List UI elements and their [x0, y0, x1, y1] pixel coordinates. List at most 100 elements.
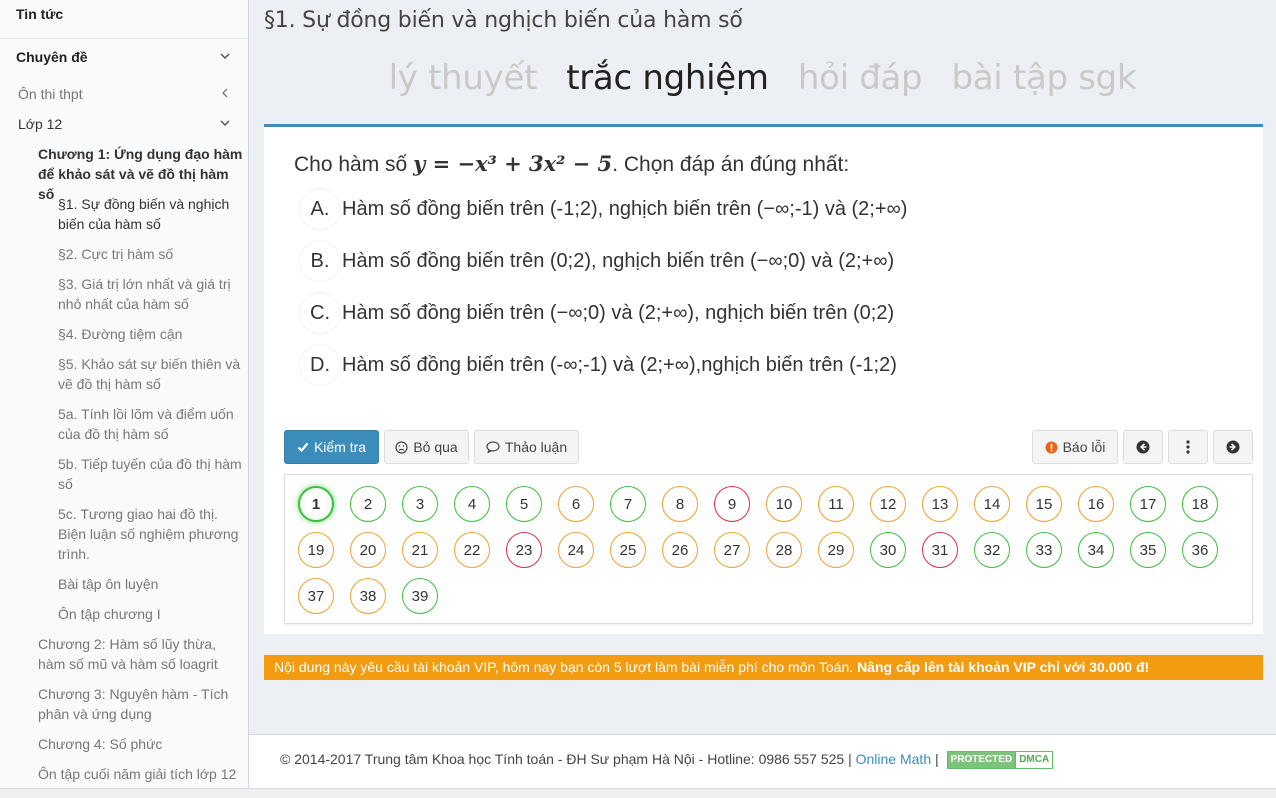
skip-button[interactable]: Bỏ qua [384, 430, 469, 464]
discuss-button[interactable]: Thảo luận [474, 430, 579, 464]
question-number-button[interactable]: 13 [922, 486, 958, 522]
answer-option-a[interactable]: A. Hàm số đồng biến trên (-1;2), nghịch … [300, 189, 908, 229]
question-number-button[interactable]: 26 [662, 532, 698, 568]
sidebar-item-label: Chuyên đề [16, 49, 88, 65]
sidebar-item-lesson[interactable]: 5b. Tiếp tuyến của đồ thị hàm số [58, 454, 246, 494]
dmca-protected-label: PROTECTED [947, 752, 1016, 769]
sidebar-item-lesson-active[interactable]: §1. Sự đồng biến và nghịch biến của hàm … [58, 194, 243, 234]
question-number-button[interactable]: 15 [1026, 486, 1062, 522]
vip-notice: Nội dung này yêu cầu tài khoản VIP, hôm … [264, 655, 1263, 680]
tab-textbook-exercises[interactable]: bài tập sgk [951, 58, 1136, 98]
more-options-button[interactable] [1168, 430, 1208, 464]
arrow-left-circle-icon [1136, 440, 1150, 454]
question-number-button[interactable]: 35 [1130, 532, 1166, 568]
sidebar-item-news[interactable]: Tin tức [16, 4, 248, 24]
sidebar-item-lesson[interactable]: 5a. Tính lồi lõm và điểm uốn của đồ thị … [58, 404, 243, 444]
question-number-button[interactable]: 22 [454, 532, 490, 568]
footer-copyright: © 2014-2017 Trung tâm Khoa học Tính toán… [280, 751, 856, 767]
chevron-left-icon[interactable] [220, 88, 230, 98]
sidebar-item-topics[interactable]: Chuyên đề [16, 47, 231, 67]
question-number-button[interactable]: 16 [1078, 486, 1114, 522]
sidebar-item-lesson[interactable]: §5. Khảo sát sự biến thiên và vẽ đồ thị … [58, 354, 243, 394]
question-navigator: 1 2 3 4 5 6 7 8 9 10 11 12 13 14 15 16 17 18 19 20 21 22 23 24 2… [284, 474, 1253, 624]
question-number-button[interactable]: 34 [1078, 532, 1114, 568]
question-prefix: Cho hàm số [294, 153, 414, 176]
option-letter: B. [300, 241, 340, 281]
question-number-button[interactable]: 10 [766, 486, 802, 522]
sidebar-item-grade-12[interactable]: Lớp 12 [18, 114, 248, 134]
sidebar-item-chapter[interactable]: Chương 3: Nguyên hàm - Tích phân và ứng … [38, 684, 234, 724]
chevron-down-icon[interactable] [220, 51, 230, 61]
sidebar-item-chapter[interactable]: Chương 2: Hàm số lũy thừa, hàm số mũ và … [38, 634, 244, 674]
tab-theory[interactable]: lý thuyết [389, 58, 538, 98]
question-number-button[interactable]: 30 [870, 532, 906, 568]
question-number-button[interactable]: 20 [350, 532, 386, 568]
option-text: Hàm số đồng biến trên (0;2), nghịch biến… [342, 249, 895, 272]
sidebar-item-lesson[interactable]: 5c. Tương giao hai đồ thị. Biện luận số … [58, 504, 243, 564]
chevron-down-icon[interactable] [220, 118, 230, 128]
question-number-button[interactable]: 9 [714, 486, 750, 522]
skip-button-label: Bỏ qua [413, 439, 458, 455]
question-number-button[interactable]: 19 [298, 532, 334, 568]
tab-qa[interactable]: hỏi đáp [798, 58, 923, 98]
exclamation-circle-icon [1045, 441, 1058, 453]
question-number-button[interactable]: 3 [402, 486, 438, 522]
question-number-button[interactable]: 27 [714, 532, 750, 568]
next-button[interactable] [1213, 430, 1253, 464]
question-number-button[interactable]: 5 [506, 486, 542, 522]
question-number-button[interactable]: 14 [974, 486, 1010, 522]
question-number-button[interactable]: 12 [870, 486, 906, 522]
question-number-button[interactable]: 4 [454, 486, 490, 522]
question-number-button[interactable]: 39 [402, 578, 438, 614]
horizontal-scrollbar[interactable] [0, 788, 1276, 798]
answer-option-d[interactable]: D. Hàm số đồng biến trên (-∞;-1) và (2;+… [300, 345, 897, 385]
question-suffix: . Chọn đáp án đúng nhất: [612, 153, 850, 176]
option-text: Hàm số đồng biến trên (−∞;0) và (2;+∞), … [342, 301, 895, 324]
question-number-button[interactable]: 33 [1026, 532, 1062, 568]
question-number-button[interactable]: 36 [1182, 532, 1218, 568]
sidebar-item-chapter[interactable]: Chương 4: Số phức [38, 734, 244, 754]
check-icon [297, 442, 309, 453]
question-number-button[interactable]: 2 [350, 486, 386, 522]
option-letter: D. [300, 345, 340, 385]
question-number-button[interactable]: 21 [402, 532, 438, 568]
sidebar-item-lesson[interactable]: Bài tập ôn luyện [58, 574, 243, 594]
question-number-button[interactable]: 37 [298, 578, 334, 614]
sidebar-item-lesson[interactable]: §3. Giá trị lớn nhất và giá trị nhỏ nhất… [58, 274, 243, 314]
answer-option-c[interactable]: C. Hàm số đồng biến trên (−∞;0) và (2;+∞… [300, 293, 895, 333]
sidebar-item-chapter[interactable]: Ôn tập cuối năm giải tích lớp 12 [38, 764, 248, 784]
question-number-button[interactable]: 7 [610, 486, 646, 522]
sidebar-item-lesson[interactable]: §4. Đường tiệm cận [58, 324, 243, 344]
question-number-button[interactable]: 6 [558, 486, 594, 522]
question-number-button[interactable]: 17 [1130, 486, 1166, 522]
question-number-button[interactable]: 24 [558, 532, 594, 568]
question-number-button[interactable]: 38 [350, 578, 386, 614]
previous-button[interactable] [1123, 430, 1163, 464]
question-number-button[interactable]: 32 [974, 532, 1010, 568]
tab-quiz[interactable]: trắc nghiệm [566, 58, 769, 98]
question-number-button[interactable]: 18 [1182, 486, 1218, 522]
question-number-button[interactable]: 11 [818, 486, 854, 522]
question-number-button[interactable]: 23 [506, 532, 542, 568]
sidebar: Tin tức Chuyên đề Ôn thi thpt Lớp 12 Chư… [0, 0, 249, 798]
question-number-button[interactable]: 1 [298, 486, 334, 522]
option-text: Hàm số đồng biến trên (-1;2), nghịch biế… [342, 197, 908, 220]
check-button[interactable]: Kiểm tra [284, 430, 379, 464]
question-number-button[interactable]: 28 [766, 532, 802, 568]
check-button-label: Kiểm tra [313, 439, 367, 455]
question-number-button[interactable]: 25 [610, 532, 646, 568]
dmca-label: DMCA [1015, 752, 1053, 769]
sidebar-item-lesson[interactable]: Ôn tập chương I [58, 604, 243, 624]
question-number-button[interactable]: 31 [922, 532, 958, 568]
comment-icon [486, 441, 500, 453]
sidebar-item-exam-prep[interactable]: Ôn thi thpt [18, 84, 248, 104]
report-error-button[interactable]: Báo lỗi [1032, 430, 1118, 464]
online-math-link[interactable]: Online Math [856, 751, 931, 767]
question-number-button[interactable]: 29 [818, 532, 854, 568]
quiz-panel: Cho hàm số y = −x³ + 3x² − 5. Chọn đáp á… [264, 124, 1263, 634]
dmca-badge[interactable]: PROTECTED DMCA [946, 751, 1054, 770]
sidebar-item-lesson[interactable]: §2. Cực trị hàm số [58, 244, 243, 264]
vip-upgrade-link[interactable]: Nâng cấp lên tài khoản VIP chỉ với 30.00… [857, 659, 1149, 675]
question-number-button[interactable]: 8 [662, 486, 698, 522]
answer-option-b[interactable]: B. Hàm số đồng biến trên (0;2), nghịch b… [300, 241, 895, 281]
